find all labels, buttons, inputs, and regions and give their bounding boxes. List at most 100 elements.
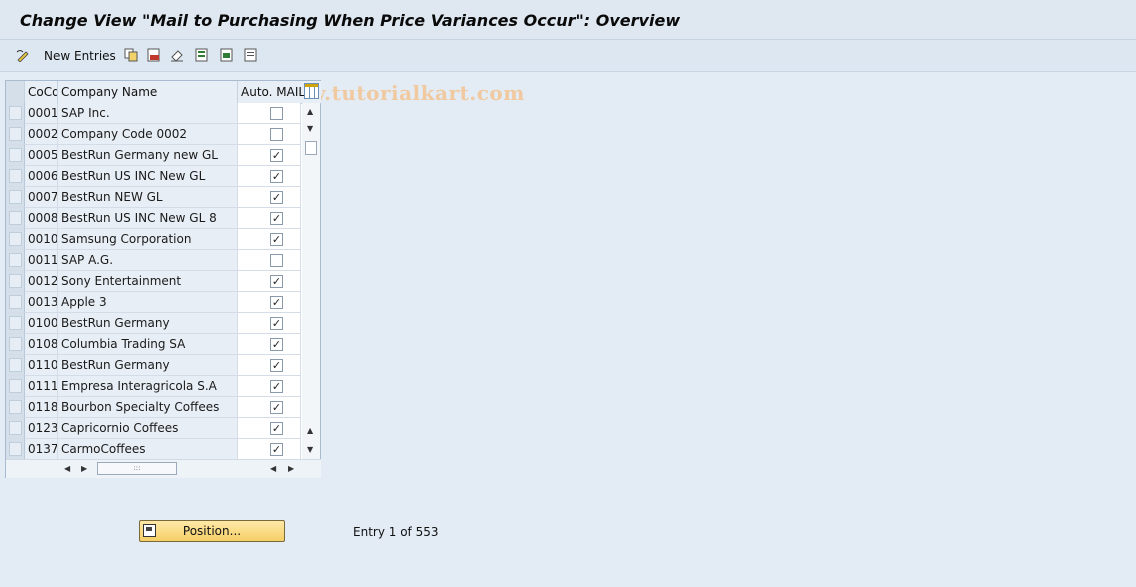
scroll-left-icon[interactable]: ◀ [64,464,70,473]
column-header-cocd[interactable]: CoCd [25,81,58,103]
row-selector[interactable] [6,145,25,166]
row-selector[interactable] [6,229,25,250]
auto-mail-checkbox[interactable]: ✓ [270,338,283,351]
row-selector[interactable] [6,166,25,187]
table-row[interactable]: 0012 Sony Entertainment ✓ [6,271,301,292]
scroll-left-end-icon[interactable]: ◀ [270,464,276,473]
auto-mail-checkbox[interactable]: ✓ [270,212,283,225]
auto-mail-checkbox[interactable]: ✓ [270,422,283,435]
table-row[interactable]: 0011 SAP A.G. [6,250,301,271]
cell-auto-mail: ✓ [238,229,301,250]
scroll-down-icon[interactable]: ▼ [307,446,313,454]
select-all-icon[interactable] [195,48,209,62]
undo-change-icon[interactable] [170,48,184,62]
cell-company-name: Company Code 0002 [58,124,238,145]
row-selector[interactable] [6,292,25,313]
auto-mail-checkbox[interactable]: ✓ [270,359,283,372]
entry-counter: Entry 1 of 553 [353,525,439,539]
application-toolbar: New Entries www.tutorialkart.com [0,40,1136,105]
cell-company-name: BestRun Germany [58,313,238,334]
auto-mail-checkbox[interactable]: ✓ [270,296,283,309]
scroll-right-icon[interactable]: ▶ [81,464,87,473]
cell-company-name: BestRun US INC New GL [58,166,238,187]
row-selector[interactable] [6,418,25,439]
auto-mail-checkbox[interactable]: ✓ [270,191,283,204]
table-row[interactable]: 0137 CarmoCoffees ✓ [6,439,301,460]
cell-company-name: Samsung Corporation [58,229,238,250]
row-selector[interactable] [6,355,25,376]
row-selector[interactable] [6,250,25,271]
table-row[interactable]: 0013 Apple 3 ✓ [6,292,301,313]
auto-mail-checkbox[interactable]: ✓ [270,380,283,393]
cell-company-code: 0108 [25,334,58,355]
table-row[interactable]: 0006 BestRun US INC New GL ✓ [6,166,301,187]
auto-mail-checkbox[interactable]: ✓ [270,233,283,246]
table-row[interactable]: 0010 Samsung Corporation ✓ [6,229,301,250]
new-entries-label: New Entries [44,49,116,63]
cell-auto-mail: ✓ [238,145,301,166]
table-settings-icon[interactable] [304,83,319,99]
row-selector[interactable] [6,376,25,397]
cell-auto-mail: ✓ [238,397,301,418]
table-row[interactable]: 0110 BestRun Germany ✓ [6,355,301,376]
row-selector[interactable] [6,313,25,334]
position-button[interactable]: Position... [139,520,285,542]
column-header-auto-mail[interactable]: Auto. MAIL [238,81,304,103]
vertical-scrollbar[interactable]: ▲ ▼ ▲ ▼ [302,103,320,459]
table-row[interactable]: 0005 BestRun Germany new GL ✓ [6,145,301,166]
select-block-icon[interactable] [220,48,234,62]
auto-mail-checkbox[interactable]: ✓ [270,401,283,414]
scroll-right-end-icon[interactable]: ▶ [288,464,294,473]
table-row[interactable]: 0111 Empresa Interagricola S.A ✓ [6,376,301,397]
select-all-rows-button[interactable] [6,81,25,103]
auto-mail-checkbox[interactable]: ✓ [270,275,283,288]
cell-company-name: Bourbon Specialty Coffees [58,397,238,418]
horizontal-scrollbar[interactable]: ◀ ▶ ::: ◀ ▶ [6,459,321,478]
cell-company-code: 0137 [25,439,58,460]
scroll-page-down-icon[interactable]: ▼ [307,125,313,133]
auto-mail-checkbox[interactable]: ✓ [270,443,283,456]
scroll-page-up-icon[interactable]: ▲ [307,427,313,435]
cell-auto-mail: ✓ [238,334,301,355]
table-row[interactable]: 0008 BestRun US INC New GL 8 ✓ [6,208,301,229]
company-code-table: CoCd Company Name Auto. MAIL 0001 SAP Inc… [5,80,321,478]
cell-company-name: BestRun Germany [58,355,238,376]
scroll-up-icon[interactable]: ▲ [307,108,313,116]
table-row[interactable]: 0100 BestRun Germany ✓ [6,313,301,334]
auto-mail-checkbox[interactable]: ✓ [270,149,283,162]
auto-mail-checkbox[interactable] [270,254,283,267]
cell-company-name: Apple 3 [58,292,238,313]
column-header-company-name[interactable]: Company Name [58,81,238,103]
auto-mail-checkbox[interactable] [270,107,283,120]
cell-auto-mail: ✓ [238,166,301,187]
row-selector[interactable] [6,397,25,418]
row-selector[interactable] [6,124,25,145]
row-selector[interactable] [6,334,25,355]
cell-company-name: BestRun NEW GL [58,187,238,208]
cell-auto-mail [238,103,301,124]
horizontal-scroll-thumb[interactable]: ::: [97,462,177,475]
table-row[interactable]: 0108 Columbia Trading SA ✓ [6,334,301,355]
deselect-all-icon[interactable] [244,48,258,62]
table-row[interactable]: 0118 Bourbon Specialty Coffees ✓ [6,397,301,418]
table-row[interactable]: 0002 Company Code 0002 [6,124,301,145]
row-selector[interactable] [6,208,25,229]
copy-as-icon[interactable] [124,48,138,62]
table-row[interactable]: 0001 SAP Inc. [6,103,301,124]
new-entries-button[interactable]: New Entries [44,47,116,65]
vertical-scroll-thumb[interactable] [305,141,317,155]
table-row[interactable]: 0007 BestRun NEW GL ✓ [6,187,301,208]
row-selector[interactable] [6,439,25,460]
display-change-icon[interactable] [16,48,30,62]
row-selector[interactable] [6,271,25,292]
cell-company-code: 0110 [25,355,58,376]
table-row[interactable]: 0123 Capricornio Coffees ✓ [6,418,301,439]
auto-mail-checkbox[interactable]: ✓ [270,170,283,183]
row-selector[interactable] [6,187,25,208]
cell-company-name: SAP A.G. [58,250,238,271]
auto-mail-checkbox[interactable]: ✓ [270,317,283,330]
cell-company-code: 0123 [25,418,58,439]
delete-icon[interactable] [147,48,161,62]
row-selector[interactable] [6,103,25,124]
auto-mail-checkbox[interactable] [270,128,283,141]
